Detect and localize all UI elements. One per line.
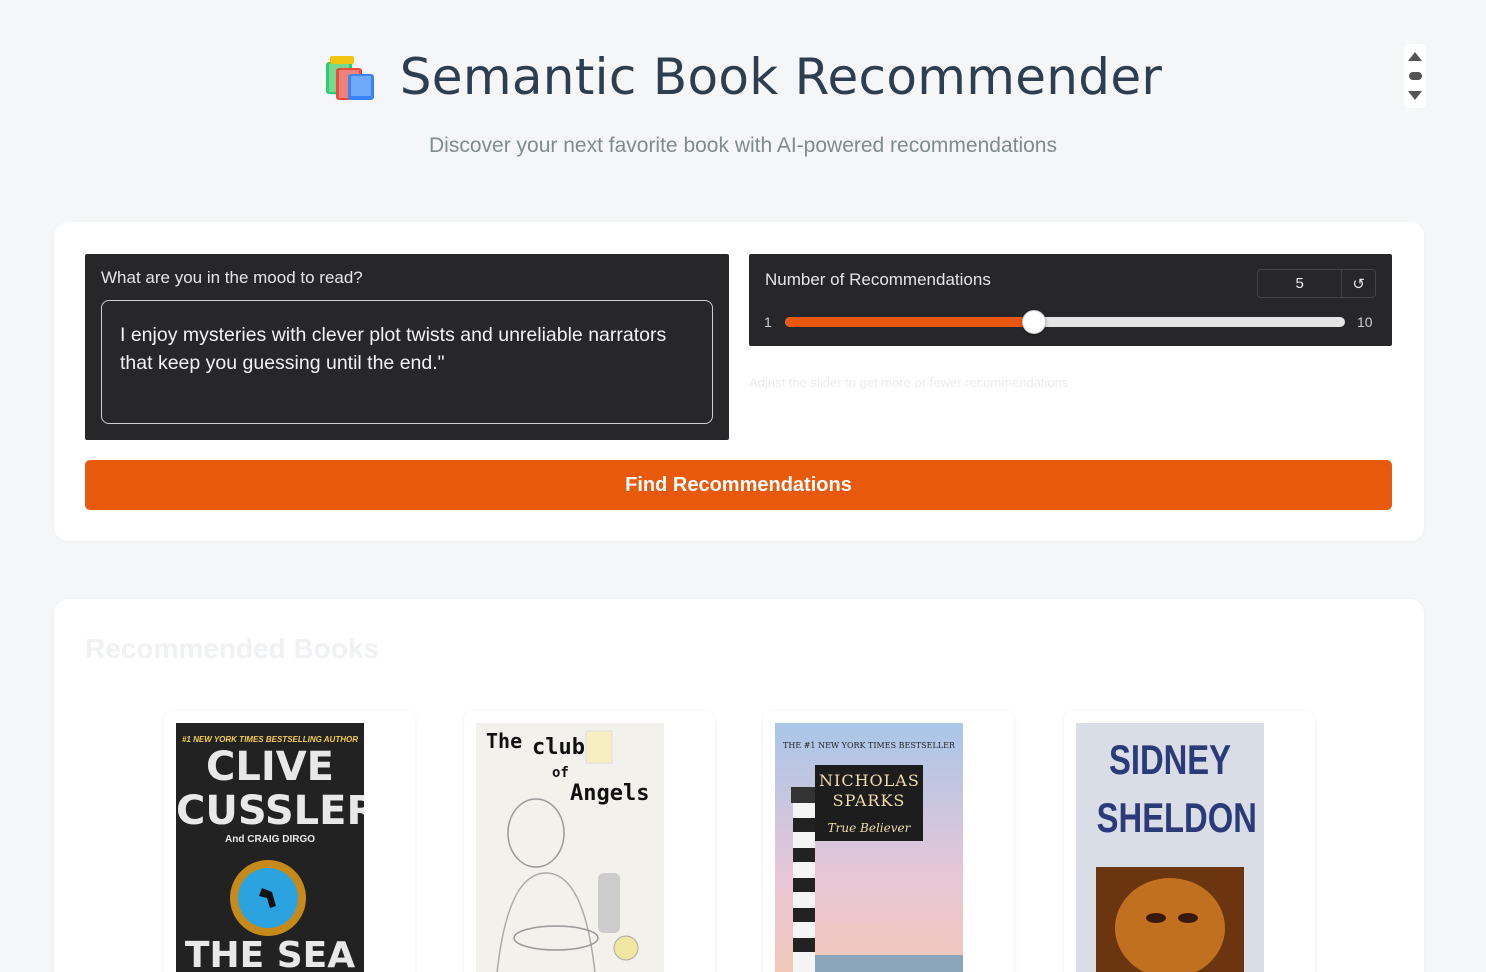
page-title: Semantic Book Recommender xyxy=(399,48,1163,106)
book-cover[interactable]: THE #1 NEW YORK TIMES BESTSELLER NICHOLA… xyxy=(775,723,963,972)
results-card: Recommended Books #1 NEW YORK TIMES BEST… xyxy=(54,599,1424,972)
find-recommendations-button[interactable]: Find Recommendations xyxy=(85,460,1392,510)
slider-hint: Adjust the slider to get more or fewer r… xyxy=(749,375,1069,390)
page-subtitle: Discover your next favorite book with AI… xyxy=(429,134,1057,157)
cover-title: True Believer xyxy=(827,821,911,835)
book-card[interactable]: THE #1 NEW YORK TIMES BESTSELLER NICHOLA… xyxy=(763,711,1014,972)
cover-title-word: club xyxy=(532,735,585,760)
recommendations-number-input[interactable]: 5 xyxy=(1258,270,1343,297)
cover-coauthor: And CRAIG DIRGO xyxy=(225,834,315,845)
book-cover[interactable]: SIDNEY SHELDON xyxy=(1076,723,1264,972)
book-cover[interactable]: #1 NEW YORK TIMES BESTSELLING AUTHOR CLI… xyxy=(176,723,364,972)
query-panel: What are you in the mood to read? I enjo… xyxy=(85,254,729,440)
results-title: Recommended Books xyxy=(85,633,380,664)
input-card: What are you in the mood to read? I enjo… xyxy=(54,222,1424,541)
reset-icon[interactable]: ↺ xyxy=(1342,270,1375,297)
scroll-handle-icon[interactable] xyxy=(1408,72,1422,80)
scroll-up-icon[interactable] xyxy=(1408,52,1422,61)
cover-tagline: #1 NEW YORK TIMES BESTSELLING AUTHOR xyxy=(181,735,358,744)
cover-author: SIDNEY SHELDON xyxy=(1096,736,1257,841)
cover-author: CLIVE CUSSLER xyxy=(176,744,364,834)
slider-label: Number of Recommendations xyxy=(765,270,991,289)
slider-track[interactable] xyxy=(785,317,1345,327)
cover-title-word: Angels xyxy=(570,781,650,806)
recommendations-slider-panel: Number of Recommendations 5 ↺ 1 10 xyxy=(749,254,1392,346)
book-card[interactable]: #1 NEW YORK TIMES BESTSELLING AUTHOR CLI… xyxy=(164,711,415,972)
book-cover[interactable]: The club of Angels xyxy=(476,723,664,972)
slider-fill xyxy=(785,317,1034,327)
cover-author: NICHOLAS SPARKS xyxy=(819,771,920,810)
number-input-group: 5 ↺ xyxy=(1257,269,1376,298)
slider-max-label: 10 xyxy=(1357,314,1373,330)
scroll-control[interactable] xyxy=(1404,44,1426,108)
cover-tagline: THE #1 NEW YORK TIMES BESTSELLER xyxy=(783,741,955,750)
books-icon xyxy=(324,52,378,102)
query-label: What are you in the mood to read? xyxy=(101,268,363,287)
book-card[interactable]: SIDNEY SHELDON xyxy=(1064,711,1315,972)
book-card[interactable]: The club of Angels xyxy=(464,711,715,972)
query-textarea[interactable]: I enjoy mysteries with clever plot twist… xyxy=(101,300,713,424)
scroll-down-icon[interactable] xyxy=(1408,91,1422,100)
cover-title-word: of xyxy=(552,765,569,781)
cover-title: THE SEA xyxy=(184,935,356,972)
slider-min-label: 1 xyxy=(764,314,772,330)
header: Semantic Book Recommender Discover your … xyxy=(0,0,1486,200)
slider-thumb[interactable] xyxy=(1021,310,1046,334)
cover-title-word: The xyxy=(486,729,523,753)
title-row: Semantic Book Recommender xyxy=(0,48,1486,106)
